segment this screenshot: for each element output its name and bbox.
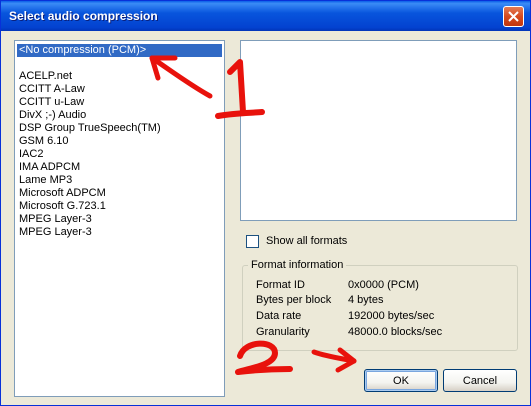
- bytes-per-block-label: Bytes per block: [256, 294, 332, 306]
- codec-item[interactable]: DivX ;-) Audio: [17, 109, 88, 122]
- codec-item[interactable]: ACELP.net: [17, 70, 74, 83]
- format-information-group: [242, 265, 518, 351]
- codec-item[interactable]: Microsoft G.723.1: [17, 200, 108, 213]
- format-id-value: 0x0000 (PCM): [348, 279, 419, 291]
- bytes-per-block-value: 4 bytes: [348, 294, 384, 306]
- codec-item[interactable]: CCITT A-Law: [17, 83, 87, 96]
- window-title: Select audio compression: [9, 9, 158, 23]
- codec-item[interactable]: Lame MP3: [17, 174, 74, 187]
- codec-item[interactable]: DSP Group TrueSpeech(TM): [17, 122, 163, 135]
- format-id-label: Format ID: [256, 279, 305, 291]
- data-rate-label: Data rate: [256, 310, 302, 322]
- codec-item[interactable]: MPEG Layer-3: [17, 213, 94, 226]
- cancel-button[interactable]: Cancel: [443, 369, 517, 392]
- close-icon: [508, 11, 519, 22]
- granularity-value: 48000.0 blocks/sec: [348, 326, 443, 338]
- data-rate-value: 192000 bytes/sec: [348, 310, 435, 322]
- close-button[interactable]: [503, 6, 524, 27]
- codec-list[interactable]: <No compression (PCM)> ACELP.net CCITT A…: [14, 40, 225, 397]
- codec-item[interactable]: IAC2: [17, 148, 45, 161]
- codec-item-selected[interactable]: <No compression (PCM)>: [17, 44, 222, 57]
- codec-item[interactable]: Microsoft ADPCM: [17, 187, 108, 200]
- format-information-title: Format information: [248, 259, 347, 271]
- format-list[interactable]: [240, 40, 517, 221]
- title-bar: Select audio compression: [1, 1, 530, 31]
- checkbox-box[interactable]: [246, 235, 259, 248]
- granularity-label: Granularity: [256, 326, 310, 338]
- codec-item[interactable]: CCITT u-Law: [17, 96, 86, 109]
- show-all-formats-label[interactable]: Show all formats: [266, 235, 347, 247]
- ok-button[interactable]: OK: [364, 369, 438, 392]
- codec-item[interactable]: IMA ADPCM: [17, 161, 82, 174]
- codec-item[interactable]: MPEG Layer-3: [17, 226, 94, 239]
- codec-item[interactable]: GSM 6.10: [17, 135, 71, 148]
